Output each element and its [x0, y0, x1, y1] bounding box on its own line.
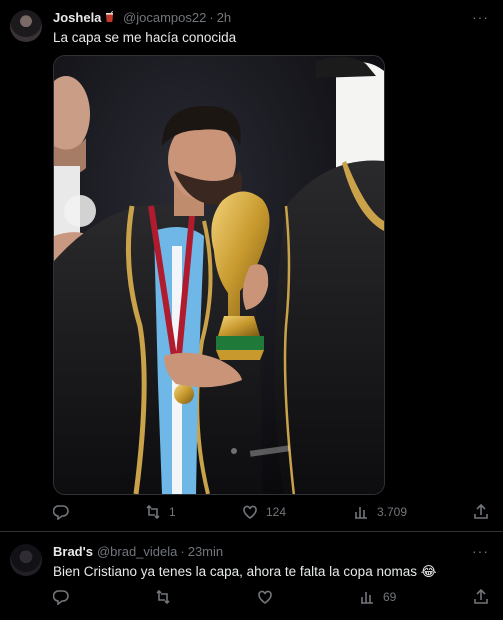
tweet[interactable]: Joshela @jocampos22 · 2h ··· La capa se me…: [0, 0, 503, 532]
avatar[interactable]: [10, 10, 42, 42]
timestamp[interactable]: 23min: [188, 544, 223, 559]
views-count: 3.709: [377, 505, 408, 519]
more-options-icon[interactable]: ···: [472, 544, 489, 558]
separator-dot: ·: [180, 544, 185, 559]
reply-icon: [53, 590, 69, 605]
tweet-actions: 1 124 3.709: [53, 504, 493, 524]
tweet-actions: 69: [53, 589, 493, 609]
timestamp[interactable]: 2h: [217, 10, 231, 25]
tweet[interactable]: Brad's @brad_videla · 23min ··· Bien Cristi…: [0, 532, 503, 620]
display-name[interactable]: Brad's: [53, 544, 93, 559]
more-options-icon[interactable]: ···: [472, 10, 489, 24]
avatar[interactable]: [10, 544, 42, 576]
retweet-icon: [156, 589, 170, 605]
display-name[interactable]: Joshela: [53, 10, 101, 25]
views-icon: [361, 592, 373, 604]
tweet-photo[interactable]: [53, 55, 385, 495]
mate-icon: [106, 11, 114, 23]
views-icon: [355, 507, 367, 519]
share-button[interactable]: [473, 589, 489, 605]
reply-button[interactable]: [53, 589, 77, 605]
retweet-icon: [146, 504, 160, 520]
tweet-header: Joshela @jocampos22 · 2h: [53, 10, 231, 26]
reply-button[interactable]: [53, 504, 77, 520]
tweet-text: Bien Cristiano ya tenes la capa, ahora t…: [53, 563, 437, 580]
retweet-count: 1: [169, 505, 176, 519]
tweet-text: La capa se me hacía conocida: [53, 30, 237, 45]
like-button[interactable]: [257, 589, 281, 605]
tweet-text-content: Bien Cristiano ya tenes la capa, ahora t…: [53, 564, 417, 579]
user-handle[interactable]: @jocampos22: [123, 10, 206, 25]
laughing-emoji-icon: 😂: [420, 564, 437, 579]
retweet-button[interactable]: 1: [145, 504, 176, 520]
share-button[interactable]: [473, 504, 489, 520]
reply-icon: [53, 505, 69, 520]
photo-image: [54, 56, 384, 494]
like-button[interactable]: 124: [242, 504, 286, 520]
heart-icon: [243, 505, 257, 519]
views-button[interactable]: 3.709: [353, 504, 407, 520]
tweet-header: Brad's @brad_videla · 23min: [53, 544, 223, 560]
like-count: 124: [266, 505, 287, 519]
views-count: 69: [383, 590, 397, 604]
user-handle[interactable]: @brad_videla: [97, 544, 177, 559]
heart-icon: [258, 590, 272, 604]
separator-dot: ·: [209, 10, 214, 25]
share-icon: [474, 504, 488, 519]
views-button[interactable]: 69: [359, 589, 396, 605]
retweet-button[interactable]: [155, 589, 179, 605]
share-icon: [474, 589, 488, 604]
